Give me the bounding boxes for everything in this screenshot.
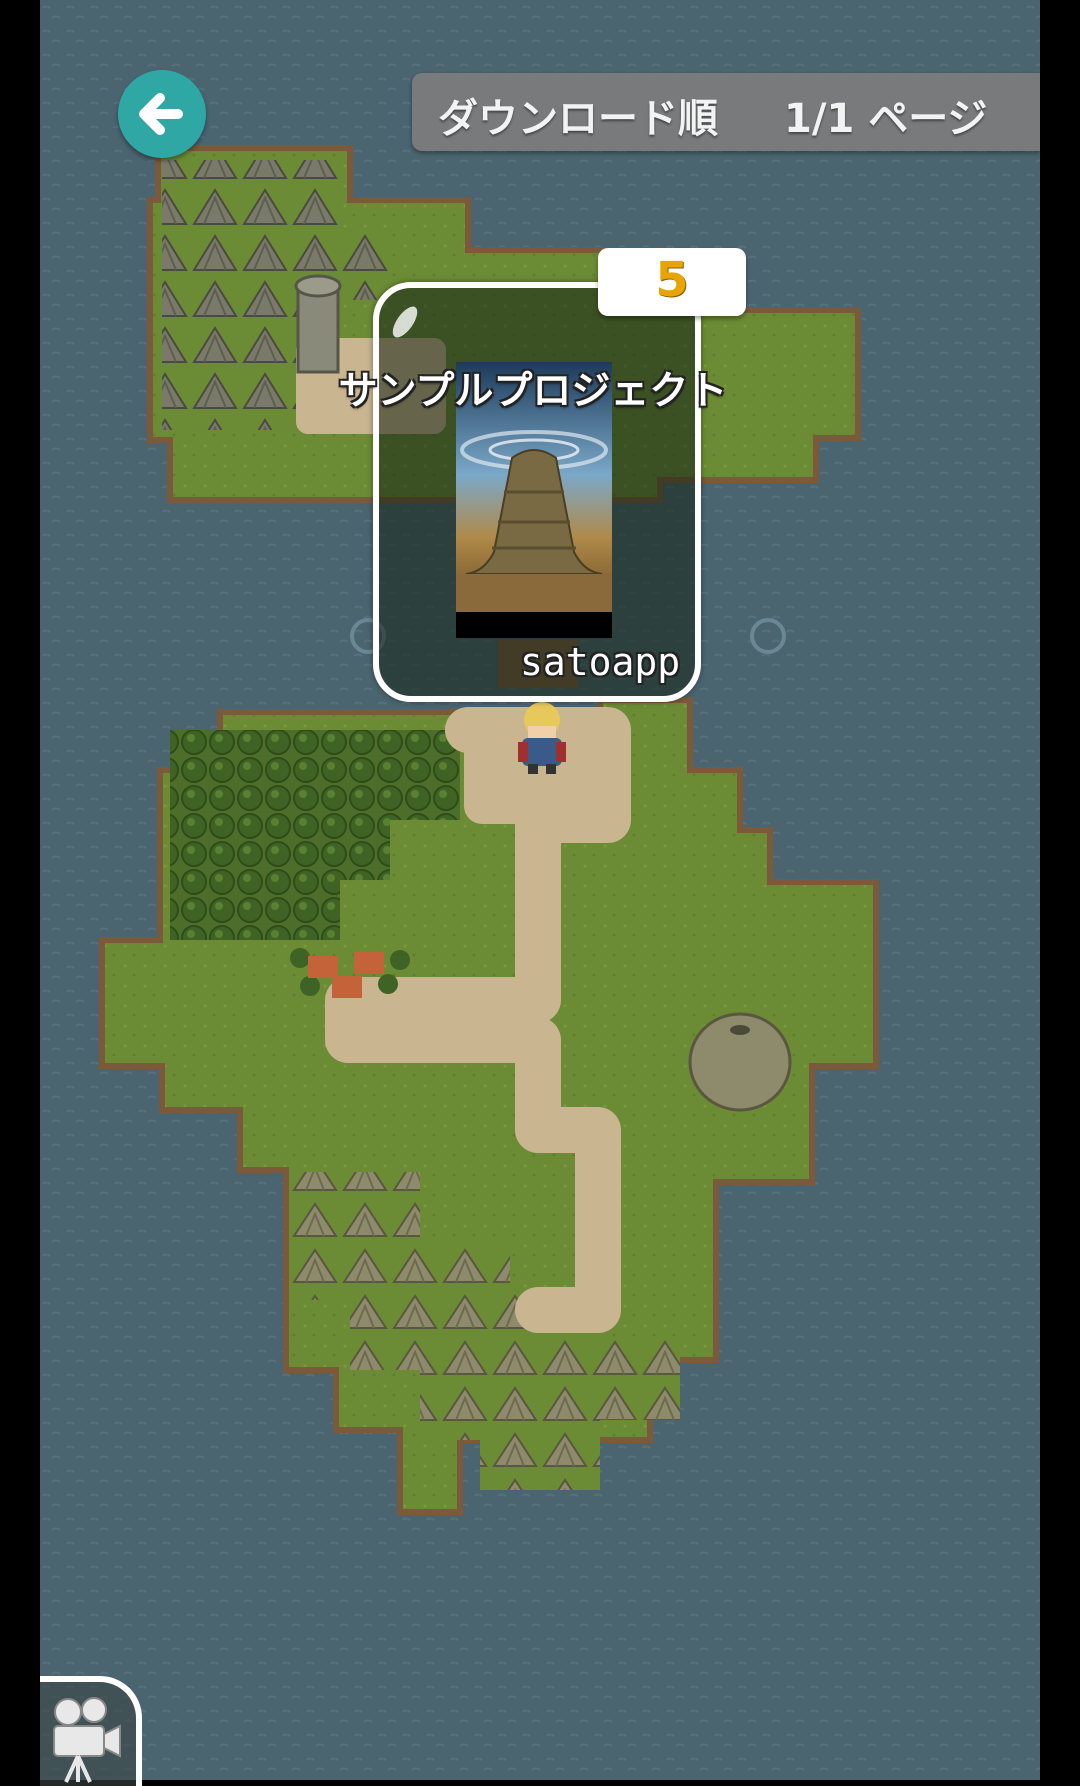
page-indicator: 1/1 ページ: [784, 96, 988, 142]
right-letterbox: [1040, 0, 1080, 1780]
back-button[interactable]: [118, 70, 206, 158]
mountain-mound: [688, 1012, 792, 1112]
movie-button[interactable]: [40, 1676, 142, 1786]
movie-camera-icon: [53, 1697, 121, 1783]
world-map[interactable]: [40, 0, 1040, 1780]
arrow-left-icon: [139, 93, 183, 135]
download-count-badge: 5: [598, 248, 746, 316]
project-author: satoapp: [520, 640, 681, 684]
project-title: サンプルプロジェクト: [338, 369, 728, 414]
download-count: 5: [655, 252, 689, 308]
left-letterbox: [0, 0, 40, 1780]
sort-page-bar: ダウンロード順 1/1 ページ: [412, 73, 1040, 151]
sort-order-label[interactable]: ダウンロード順: [438, 86, 718, 144]
card-gloss: [388, 302, 422, 342]
map-terrain: [40, 0, 1040, 1780]
hero-sprite: [518, 702, 566, 774]
